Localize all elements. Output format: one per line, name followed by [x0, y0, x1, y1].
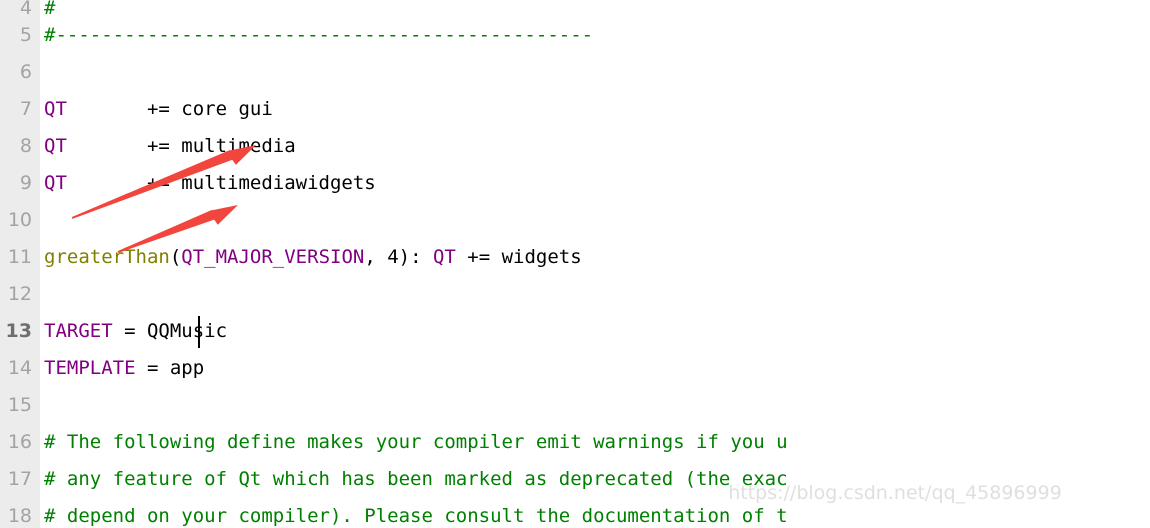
code-token-plain: = app	[135, 357, 205, 379]
line-text[interactable]: TEMPLATE = app	[44, 350, 204, 387]
editor-code-area[interactable]: 4 #5 #------------------------------------…	[0, 0, 1150, 528]
code-line[interactable]: 16 # The following define makes your comp…	[0, 424, 1150, 461]
code-token-comment: # any feature of Qt which has been marke…	[44, 468, 788, 490]
code-line[interactable]: 7 QT += core gui	[0, 91, 1150, 128]
line-number: 13	[5, 320, 32, 342]
code-token-comment: # depend on your compiler). Please consu…	[44, 505, 788, 527]
code-line[interactable]: 17 # any feature of Qt which has been mar…	[0, 461, 1150, 498]
code-token-plain: += multimedia	[66, 135, 296, 157]
code-line[interactable]: 13 TARGET = QQMusic	[0, 313, 1150, 350]
code-token-comment: #---------------------------------------…	[44, 24, 594, 46]
line-number: 5	[19, 24, 32, 46]
code-line[interactable]: 8 QT += multimedia	[0, 128, 1150, 165]
code-line[interactable]: 18 # depend on your compiler). Please con…	[0, 498, 1150, 528]
line-number: 14	[7, 357, 32, 379]
code-token-comment: # The following define makes your compil…	[44, 431, 788, 453]
text-caret	[198, 316, 200, 348]
line-number: 9	[19, 172, 32, 194]
code-line[interactable]: 11 greaterThan(QT_MAJOR_VERSION, 4): QT +…	[0, 239, 1150, 276]
line-number: 18	[7, 505, 32, 527]
code-token-plain: += multimediawidgets	[66, 172, 376, 194]
line-text[interactable]: QT += multimediawidgets	[44, 165, 376, 202]
code-token-plain: , 4):	[364, 246, 433, 268]
code-token-variable: QT_MAJOR_VERSION	[181, 246, 365, 268]
line-number: 8	[19, 135, 32, 157]
code-token-variable: TEMPLATE	[44, 357, 136, 379]
line-text[interactable]: # depend on your compiler). Please consu…	[44, 498, 788, 528]
code-editor-screenshot: 4 #5 #------------------------------------…	[0, 0, 1150, 528]
line-text[interactable]: #---------------------------------------…	[44, 17, 593, 54]
line-number: 17	[7, 468, 32, 490]
code-token-plain: = QQMusic	[112, 320, 228, 342]
code-token-variable: QT	[432, 246, 456, 268]
line-text[interactable]: # The following define makes your compil…	[44, 424, 788, 461]
code-line[interactable]: 9 QT += multimediawidgets	[0, 165, 1150, 202]
code-line[interactable]: 12	[0, 276, 1150, 313]
line-number: 10	[7, 209, 32, 231]
code-line[interactable]: 15	[0, 387, 1150, 424]
code-token-variable: TARGET	[44, 320, 113, 342]
line-number: 11	[7, 246, 32, 268]
code-token-variable: QT	[44, 172, 67, 194]
line-text[interactable]: QT += multimedia	[44, 128, 296, 165]
line-text[interactable]: QT += core gui	[44, 91, 273, 128]
line-text[interactable]: greaterThan(QT_MAJOR_VERSION, 4): QT += …	[44, 239, 582, 276]
code-line[interactable]: 14 TEMPLATE = app	[0, 350, 1150, 387]
line-number: 15	[7, 394, 32, 416]
code-token-variable: QT	[44, 98, 67, 120]
line-number: 12	[7, 283, 32, 305]
code-token-plain: += core gui	[66, 98, 273, 120]
code-token-plain: (	[169, 246, 182, 268]
line-number: 6	[19, 61, 32, 83]
line-text[interactable]: # any feature of Qt which has been marke…	[44, 461, 788, 498]
code-token-function: greaterThan	[44, 246, 170, 268]
line-number: 7	[19, 98, 32, 120]
code-token-variable: QT	[44, 135, 67, 157]
line-number: 16	[7, 431, 32, 453]
code-line[interactable]: 5 #--------------------------------------…	[0, 17, 1150, 54]
code-line[interactable]: 6	[0, 54, 1150, 91]
code-line[interactable]: 10	[0, 202, 1150, 239]
code-token-plain: += widgets	[455, 246, 582, 268]
